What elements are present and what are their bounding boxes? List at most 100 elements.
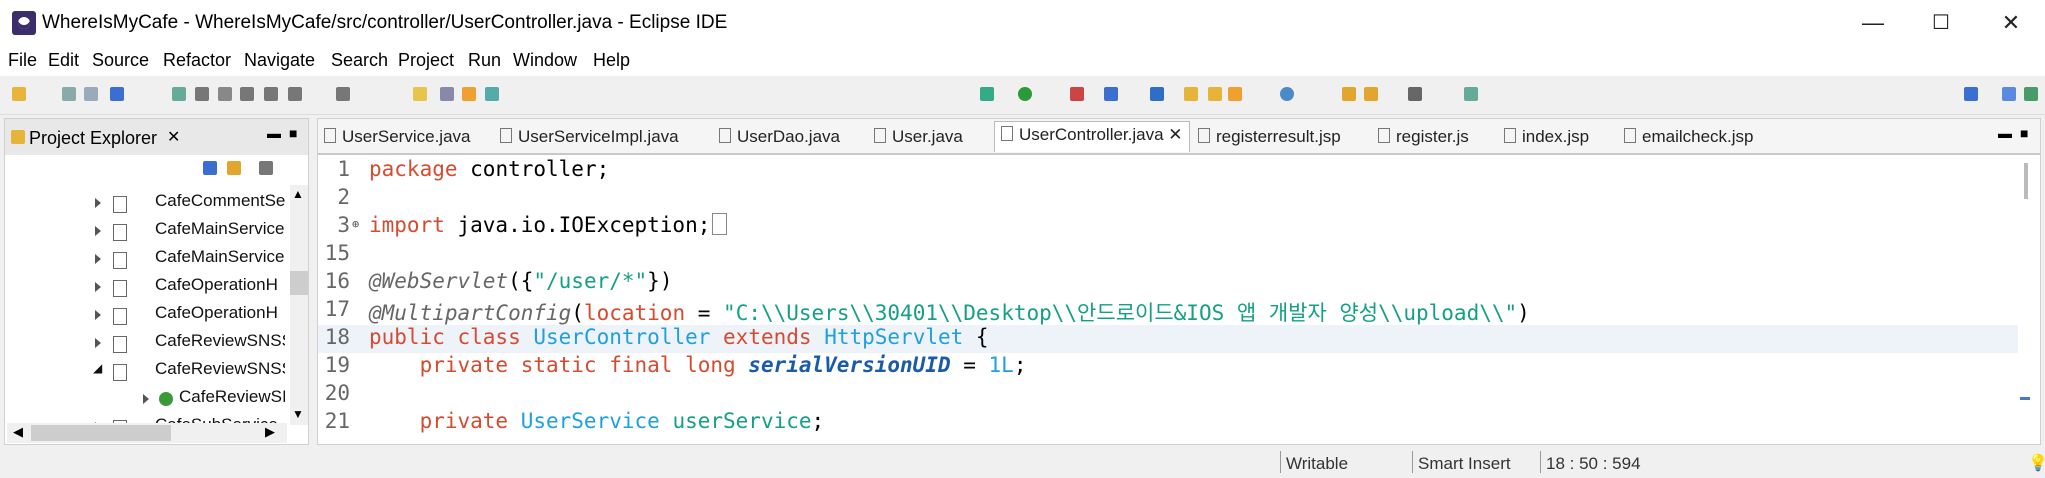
tab-registerresult[interactable]: registerresult.jsp xyxy=(1198,127,1341,147)
toggle-icon[interactable] xyxy=(440,87,454,101)
maximize-editor-icon[interactable]: ■ xyxy=(2020,125,2028,141)
new-class-icon[interactable] xyxy=(1150,87,1164,101)
expand-arrow-icon[interactable] xyxy=(95,254,101,264)
project-explorer-close-icon[interactable]: ✕ xyxy=(167,127,180,147)
open-folder-icon[interactable] xyxy=(1184,87,1198,101)
code-line-current: 18 public class UserController extends H… xyxy=(318,325,2018,353)
scroll-left-icon[interactable]: ◀ xyxy=(13,424,23,440)
horizontal-scrollbar[interactable]: ◀ ▶ xyxy=(7,423,287,443)
save-icon[interactable] xyxy=(62,87,76,101)
menu-window[interactable]: Window xyxy=(513,50,577,71)
menu-run[interactable]: Run xyxy=(468,50,501,71)
maximize-view-icon[interactable]: ■ xyxy=(289,125,297,141)
open-type-icon[interactable] xyxy=(462,87,476,101)
collapse-arrow-icon[interactable]: ◢ xyxy=(93,361,102,375)
code-editor[interactable]: 1 package controller; 2 3 ⊕ import java.… xyxy=(318,155,2040,445)
java-file-icon xyxy=(113,224,127,241)
hscroll-thumb[interactable] xyxy=(31,425,171,441)
menu-search[interactable]: Search xyxy=(331,50,388,71)
overview-ruler-thumb[interactable] xyxy=(2024,163,2028,199)
expand-arrow-icon[interactable] xyxy=(95,310,101,320)
collapse-all-icon[interactable] xyxy=(203,161,217,175)
new-icon[interactable] xyxy=(12,87,26,101)
menu-refactor[interactable]: Refactor xyxy=(163,50,231,71)
step-into-icon[interactable] xyxy=(240,87,254,101)
menu-project[interactable]: Project xyxy=(398,50,454,71)
java-file-icon xyxy=(113,280,127,297)
expand-arrow-icon[interactable] xyxy=(143,394,149,404)
tip-icon[interactable]: 💡 xyxy=(2028,453,2045,473)
terminal-icon[interactable] xyxy=(110,87,124,101)
project-explorer-header: Project Explorer ✕ ▬ ■ xyxy=(5,119,308,155)
tab-usercontroller[interactable]: UserController.java ✕ xyxy=(994,121,1190,152)
status-cursor-position: 18 : 50 : 594 xyxy=(1546,454,1641,473)
save-all-icon[interactable] xyxy=(84,87,98,101)
menu-help[interactable]: Help xyxy=(593,50,630,71)
tab-emailcheck[interactable]: emailcheck.jsp xyxy=(1624,127,1754,147)
folded-block-icon[interactable] xyxy=(712,213,728,235)
step-over-icon[interactable] xyxy=(264,87,278,101)
new-server-icon[interactable] xyxy=(1104,87,1118,101)
code-line: 1 package controller; xyxy=(337,157,610,181)
scroll-right-icon[interactable]: ▶ xyxy=(265,424,275,440)
terminate-icon[interactable] xyxy=(218,87,232,101)
outline-icon[interactable] xyxy=(336,87,350,101)
debug-perspective-icon[interactable] xyxy=(2024,87,2038,101)
link-with-editor-icon[interactable] xyxy=(227,161,241,175)
expand-arrow-icon[interactable] xyxy=(95,282,101,292)
debug-icon[interactable] xyxy=(980,87,994,101)
status-insert-mode: Smart Insert xyxy=(1418,454,1511,473)
tab-register-js[interactable]: register.js xyxy=(1378,127,1469,147)
minimize-button[interactable]: — xyxy=(1850,6,1896,40)
code-line: 20 xyxy=(324,381,350,405)
editor-tab-bar: UserService.java UserServiceImpl.java Us… xyxy=(318,119,2040,155)
java-file-icon xyxy=(113,196,127,213)
java-perspective-icon[interactable] xyxy=(2002,87,2016,101)
resume-icon[interactable] xyxy=(172,87,186,101)
menu-file[interactable]: File xyxy=(8,50,37,71)
tab-userdao[interactable]: UserDao.java xyxy=(719,127,840,147)
tab-userserviceimpl[interactable]: UserServiceImpl.java xyxy=(500,127,679,147)
expand-arrow-icon[interactable] xyxy=(95,198,101,208)
suspend-icon[interactable] xyxy=(195,87,209,101)
highlight-icon[interactable] xyxy=(413,87,427,101)
scroll-thumb[interactable] xyxy=(290,271,308,295)
scroll-down-icon[interactable]: ▼ xyxy=(292,407,304,421)
open-perspective-icon[interactable] xyxy=(1964,87,1978,101)
tab-userservice[interactable]: UserService.java xyxy=(324,127,471,147)
forward-icon[interactable] xyxy=(1408,87,1422,101)
run-icon[interactable] xyxy=(1018,87,1032,101)
pin-editor-icon[interactable] xyxy=(1464,87,1478,101)
step-return-icon[interactable] xyxy=(288,87,302,101)
code-line: 21 private UserService userService; xyxy=(324,409,825,433)
vertical-scrollbar[interactable]: ▲ ▼ xyxy=(290,185,308,425)
back-icon[interactable] xyxy=(1342,87,1356,101)
code-line: 2 xyxy=(337,185,350,209)
edit-icon[interactable] xyxy=(1228,87,1242,101)
open-file-icon[interactable] xyxy=(1208,87,1222,101)
back-history-icon[interactable] xyxy=(1364,87,1378,101)
view-menu-icon[interactable] xyxy=(259,161,273,175)
show-whitespace-icon[interactable] xyxy=(485,87,499,101)
fold-marker-icon[interactable]: ⊕ xyxy=(352,217,359,231)
menu-edit[interactable]: Edit xyxy=(48,50,79,71)
tab-index-jsp[interactable]: index.jsp xyxy=(1504,127,1589,147)
code-line: 3 ⊕ import java.io.IOException; xyxy=(318,213,2018,241)
tab-close-icon[interactable]: ✕ xyxy=(1168,125,1182,144)
overview-ruler-marker[interactable] xyxy=(2020,397,2030,400)
scroll-up-icon[interactable]: ▲ xyxy=(292,187,304,201)
folder-icon xyxy=(11,130,25,144)
class-icon xyxy=(159,392,173,406)
web-browser-icon[interactable] xyxy=(1280,87,1294,101)
minimize-editor-icon[interactable]: ▬ xyxy=(1998,125,2012,141)
external-tools-icon[interactable] xyxy=(1070,87,1084,101)
menu-navigate[interactable]: Navigate xyxy=(244,50,315,71)
expand-arrow-icon[interactable] xyxy=(95,226,101,236)
status-writable: Writable xyxy=(1286,454,1349,473)
minimize-view-icon[interactable]: ▬ xyxy=(267,125,281,141)
maximize-button[interactable]: ☐ xyxy=(1918,6,1964,40)
menu-source[interactable]: Source xyxy=(92,50,149,71)
tab-user[interactable]: User.java xyxy=(874,127,963,147)
close-button[interactable]: ✕ xyxy=(1988,6,2034,40)
expand-arrow-icon[interactable] xyxy=(95,338,101,348)
